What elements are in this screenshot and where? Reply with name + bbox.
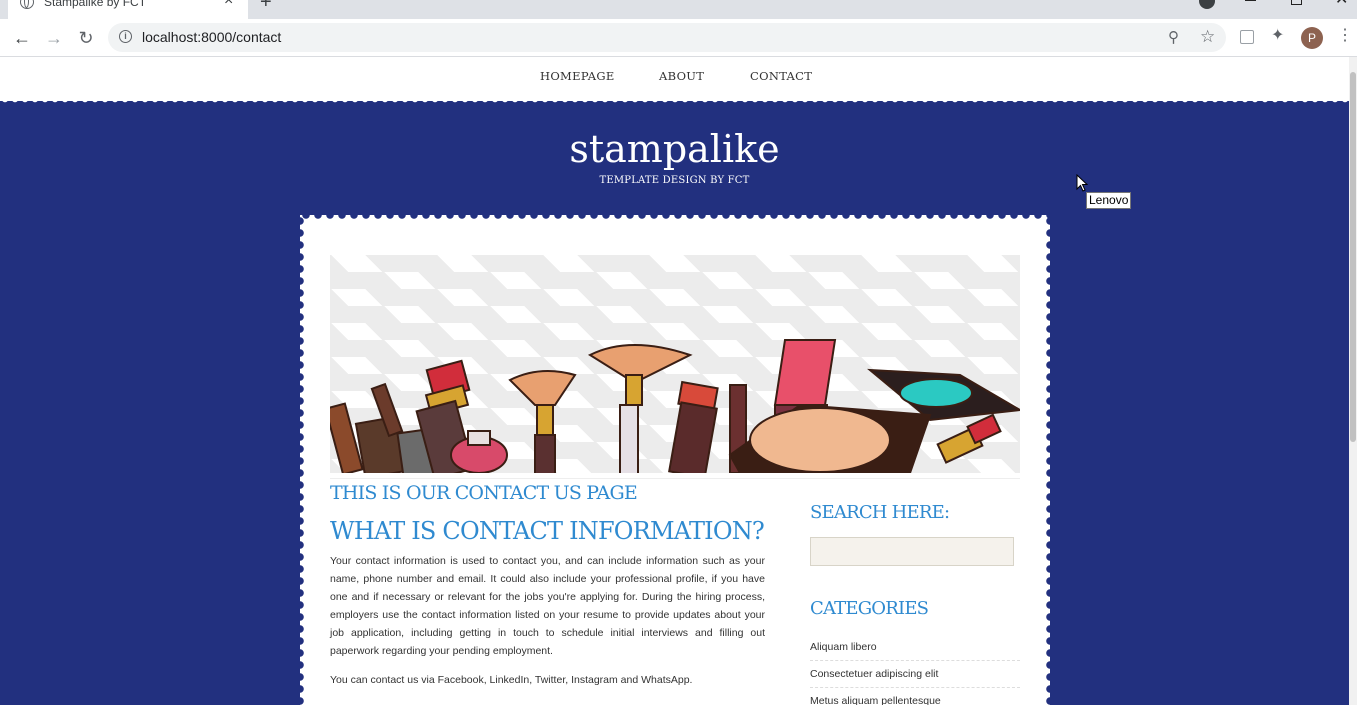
new-tab-icon[interactable]: +	[260, 0, 272, 12]
page-title: THIS IS OUR CONTACT US PAGE	[330, 482, 638, 504]
kebab-menu-icon[interactable]: ⋮	[1337, 27, 1353, 45]
site-title: stampalike	[569, 127, 780, 171]
avatar[interactable]: P	[1301, 27, 1323, 49]
browser-tab-strip: Stampalike by FCT × + ✕	[0, 0, 1357, 19]
info-icon[interactable]: i	[119, 30, 132, 43]
stamp-edge-divider	[0, 97, 1349, 105]
minimize-icon[interactable]	[1245, 0, 1256, 1]
tab-title: Stampalike by FCT	[44, 0, 147, 9]
category-item[interactable]: Metus aliquam pellentesque	[810, 688, 1020, 705]
window-close-icon[interactable]: ✕	[1335, 0, 1348, 8]
card-stamp-edge-right	[1046, 215, 1054, 705]
nav-contact[interactable]: CONTACT	[750, 69, 812, 83]
content-card: THIS IS OUR CONTACT US PAGE WHAT IS CONT…	[296, 211, 1054, 705]
extension-icon[interactable]	[1240, 30, 1254, 44]
social-paragraph: You can contact us via Facebook, LinkedI…	[330, 674, 693, 686]
card-stamp-edge-left	[296, 215, 304, 705]
tab-search-icon[interactable]	[1199, 0, 1215, 9]
categories-list: Aliquam libero Consectetuer adipiscing e…	[810, 634, 1020, 705]
site-tagline: TEMPLATE DESIGN BY FCT	[599, 175, 750, 186]
bookmark-star-icon[interactable]: ☆	[1200, 27, 1215, 46]
card-stamp-edge-top	[300, 211, 1050, 219]
address-bar[interactable]: i localhost:8000/contact ⚲ ☆	[108, 23, 1226, 52]
tooltip: Lenovo	[1086, 192, 1132, 209]
contact-paragraph: Your contact information is used to cont…	[330, 555, 765, 657]
scrollbar-thumb[interactable]	[1350, 72, 1356, 442]
category-item[interactable]: Consectetuer adipiscing elit	[810, 661, 1020, 688]
categories-heading: CATEGORIES	[810, 598, 929, 619]
category-item[interactable]: Aliquam libero	[810, 634, 1020, 661]
url-text[interactable]: localhost:8000/contact	[142, 29, 281, 46]
browser-toolbar: ← → ↻ i localhost:8000/contact ⚲ ☆	[0, 19, 1357, 57]
makeup-banner-image	[330, 255, 1020, 473]
maximize-icon[interactable]	[1291, 0, 1302, 5]
banner-divider	[330, 478, 1020, 479]
forward-arrow-icon[interactable]: →	[43, 27, 65, 49]
browser-tab[interactable]: Stampalike by FCT ×	[8, 0, 248, 19]
page-viewport: HOMEPAGE ABOUT CONTACT stampalike TEMPLA…	[0, 57, 1349, 705]
search-input[interactable]	[810, 537, 1014, 566]
reload-icon[interactable]: ↻	[75, 27, 97, 49]
page-scrollbar[interactable]	[1349, 57, 1357, 705]
zoom-icon[interactable]: ⚲	[1168, 29, 1179, 46]
search-heading: SEARCH HERE:	[810, 502, 950, 523]
puzzle-icon[interactable]: ✦	[1271, 27, 1284, 45]
nav-homepage[interactable]: HOMEPAGE	[540, 69, 615, 83]
top-navigation: HOMEPAGE ABOUT CONTACT	[0, 57, 1349, 101]
close-tab-icon[interactable]: ×	[224, 0, 233, 9]
globe-icon	[20, 0, 34, 9]
section-heading: WHAT IS CONTACT INFORMATION?	[330, 517, 765, 545]
back-arrow-icon[interactable]: ←	[11, 27, 33, 49]
nav-about[interactable]: ABOUT	[659, 69, 704, 83]
